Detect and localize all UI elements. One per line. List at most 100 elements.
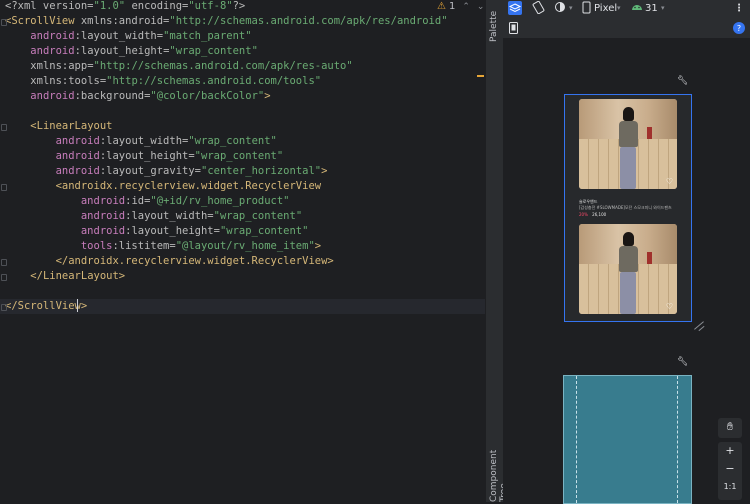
more-options-icon[interactable]: ⋮ — [734, 1, 744, 16]
device-icon[interactable] — [582, 1, 591, 16]
android-icon — [631, 1, 643, 16]
code-token: <LinearLayout — [30, 120, 113, 132]
code-token: :layout_gravity= — [99, 165, 201, 177]
code-token: "@color/backColor" — [150, 90, 265, 102]
chevron-down-icon[interactable]: ▾ — [569, 1, 573, 16]
code-token: :background= — [74, 90, 151, 102]
code-token: "wrap_content" — [194, 150, 284, 162]
inspection-widget[interactable]: ⚠ 1 ⌃ ⌄ — [437, 1, 484, 12]
code-line[interactable]: android:layout_height="wrap_content" — [0, 224, 485, 239]
fold-marker-icon[interactable] — [0, 302, 7, 311]
code-token: "@layout/rv_home_item" — [175, 240, 315, 252]
code-line[interactable]: tools:listitem="@layout/rv_home_item"> — [0, 239, 485, 254]
code-line[interactable]: android:layout_width="wrap_content" — [0, 134, 485, 149]
code-line[interactable]: android:layout_height="wrap_content" — [0, 44, 485, 59]
code-line[interactable]: android:layout_width="wrap_content" — [0, 209, 485, 224]
code-line[interactable] — [0, 104, 485, 119]
code-token: "wrap_content" — [219, 225, 309, 237]
fold-marker-icon[interactable] — [0, 122, 7, 131]
code-token: xmlns:app= — [30, 60, 94, 72]
code-line[interactable]: <?xml version="1.0" encoding="utf-8"?> — [0, 0, 485, 14]
code-line[interactable]: <LinearLayout — [0, 119, 485, 134]
pan-tool[interactable]: ✋︎ — [718, 418, 742, 438]
code-token: android — [80, 225, 126, 237]
layers-icon[interactable] — [508, 1, 522, 16]
code-token: "http://schemas.android.com/apk/res/andr… — [169, 15, 448, 27]
product-title: [감성충전 #SLOWMADE]모던 스모크미니 와이드팬츠 — [579, 205, 672, 210]
warning-marker[interactable] — [477, 75, 484, 77]
code-line[interactable]: android:layout_width="match_parent" — [0, 29, 485, 44]
api-level-selector[interactable]: 31 — [645, 1, 658, 16]
code-line[interactable]: android:layout_height="wrap_content" — [0, 149, 485, 164]
code-token: :layout_width= — [125, 210, 214, 222]
chevron-down-icon[interactable]: ⌄ — [477, 2, 485, 12]
product-price-row: 20% 26,100 — [579, 212, 606, 218]
zoom-in-button[interactable]: + — [718, 442, 742, 460]
resize-handle[interactable] — [693, 321, 707, 331]
heart-icon: ♡ — [665, 177, 673, 186]
code-token: android — [80, 210, 126, 222]
chevron-down-icon[interactable]: ▾ — [617, 1, 621, 16]
pin-icon[interactable]: 🔧︎ — [677, 357, 688, 367]
code-line[interactable]: android:layout_gravity="center_horizonta… — [0, 164, 485, 179]
code-line[interactable]: </LinearLayout> — [0, 269, 485, 284]
orientation-icon[interactable] — [532, 0, 545, 16]
code-token: "utf-8" — [188, 0, 233, 12]
code-editor[interactable]: <?xml version="1.0" encoding="utf-8"?> <S… — [0, 0, 485, 502]
code-token: "center_horizontal" — [201, 165, 322, 177]
design-subtoolbar: ? — [503, 18, 750, 38]
design-preview-frame[interactable]: ♡ 슬로우앤드 [감성충전 #SLOWMADE]모던 스모크미니 와이드팬츠 2… — [564, 94, 692, 322]
code-line[interactable]: xmlns:tools="http://schemas.android.com/… — [0, 74, 485, 89]
code-line[interactable]: android:id="@+id/rv_home_product" — [0, 194, 485, 209]
fold-marker-icon[interactable] — [0, 272, 7, 281]
code-token: <?xml version= — [5, 0, 94, 12]
code-line[interactable]: </ScrollView> — [0, 299, 485, 314]
code-token: "1.0" — [93, 0, 126, 12]
zoom-controls: + − 1:1 — [718, 442, 742, 500]
code-line[interactable]: android:background="@color/backColor"> — [0, 89, 485, 104]
code-token: tools — [80, 240, 113, 252]
zoom-reset-button[interactable]: 1:1 — [718, 478, 742, 496]
device-selector[interactable]: Pixel — [594, 1, 617, 16]
device-frame-icon[interactable] — [509, 21, 518, 36]
code-token: > — [314, 240, 322, 252]
fold-marker-icon[interactable] — [0, 257, 7, 266]
chevron-up-icon[interactable]: ⌃ — [462, 2, 470, 12]
code-token: :id= — [125, 195, 151, 207]
code-token: android — [80, 195, 126, 207]
night-mode-icon[interactable] — [554, 1, 567, 16]
fold-marker-icon[interactable] — [0, 17, 7, 26]
palette-tab[interactable]: Palette — [489, 6, 499, 42]
code-token: :listitem= — [112, 240, 176, 252]
design-toolbar: ▾ Pixel ▾ 31 ▾ ⋮ — [503, 0, 750, 19]
code-line[interactable]: <androidx.recyclerview.widget.RecyclerVi… — [0, 179, 485, 194]
blueprint-preview-frame[interactable] — [563, 375, 692, 504]
code-token: "match_parent" — [163, 30, 252, 42]
code-token: encoding= — [125, 0, 189, 12]
zoom-out-button[interactable]: − — [718, 460, 742, 478]
fold-marker-icon[interactable] — [0, 182, 7, 191]
code-line[interactable]: xmlns:app="http://schemas.android.com/ap… — [0, 59, 485, 74]
help-icon[interactable]: ? — [733, 21, 745, 36]
code-token: android — [55, 165, 100, 177]
code-token: > — [264, 90, 271, 102]
hand-icon[interactable]: ✋︎ — [718, 418, 742, 436]
pin-icon[interactable]: 🔧︎ — [677, 76, 688, 86]
chevron-down-icon[interactable]: ▾ — [661, 1, 665, 16]
code-line[interactable]: <ScrollView xmlns:android="http://schema… — [0, 14, 485, 29]
product-image: ♡ — [579, 224, 677, 314]
product-image: ♡ — [579, 99, 677, 189]
code-token: :layout_height= — [99, 150, 195, 162]
code-line[interactable]: </androidx.recyclerview.widget.RecyclerV… — [0, 254, 485, 269]
code-token: xmlns:tools= — [30, 75, 107, 87]
code-token: android — [55, 150, 100, 162]
code-line[interactable] — [0, 284, 485, 299]
